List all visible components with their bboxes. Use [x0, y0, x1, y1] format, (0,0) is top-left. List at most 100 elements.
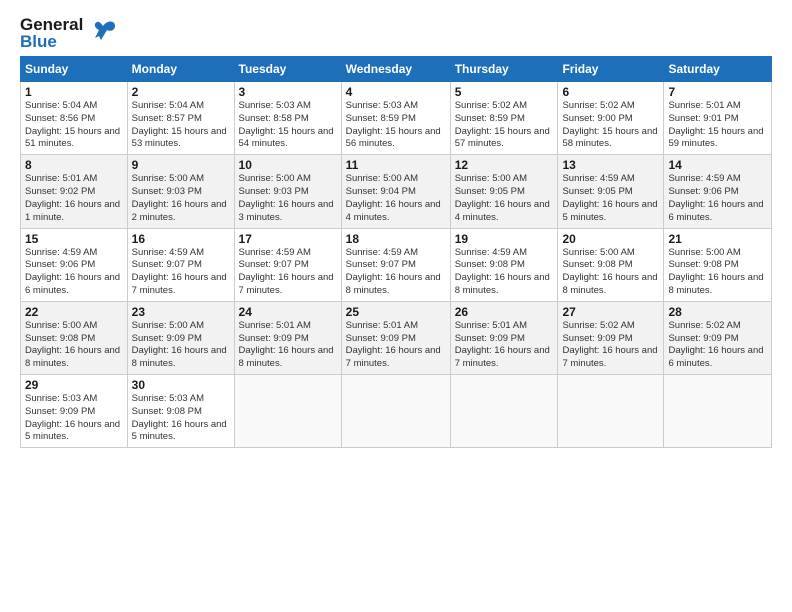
day-info: Sunrise: 4:59 AMSunset: 9:06 PMDaylight:…: [25, 247, 123, 298]
day-number: 11: [346, 158, 446, 172]
day-number: 17: [239, 232, 337, 246]
table-row: 11Sunrise: 5:00 AMSunset: 9:04 PMDayligh…: [341, 155, 450, 228]
day-info: Sunrise: 5:04 AMSunset: 8:57 PMDaylight:…: [132, 100, 230, 151]
day-number: 8: [25, 158, 123, 172]
table-row: 14Sunrise: 4:59 AMSunset: 9:06 PMDayligh…: [664, 155, 772, 228]
day-info: Sunrise: 5:00 AMSunset: 9:05 PMDaylight:…: [455, 173, 554, 224]
table-row: [450, 375, 558, 448]
day-info: Sunrise: 5:01 AMSunset: 9:09 PMDaylight:…: [239, 320, 337, 371]
table-row: 27Sunrise: 5:02 AMSunset: 9:09 PMDayligh…: [558, 301, 664, 374]
table-row: 10Sunrise: 5:00 AMSunset: 9:03 PMDayligh…: [234, 155, 341, 228]
day-number: 15: [25, 232, 123, 246]
table-row: 25Sunrise: 5:01 AMSunset: 9:09 PMDayligh…: [341, 301, 450, 374]
table-row: 18Sunrise: 4:59 AMSunset: 9:07 PMDayligh…: [341, 228, 450, 301]
table-row: 5Sunrise: 5:02 AMSunset: 8:59 PMDaylight…: [450, 82, 558, 155]
day-number: 18: [346, 232, 446, 246]
day-number: 30: [132, 378, 230, 392]
day-info: Sunrise: 5:02 AMSunset: 9:09 PMDaylight:…: [668, 320, 767, 371]
day-number: 9: [132, 158, 230, 172]
day-number: 19: [455, 232, 554, 246]
calendar-header-row: Sunday Monday Tuesday Wednesday Thursday…: [21, 57, 772, 82]
day-number: 5: [455, 85, 554, 99]
day-info: Sunrise: 5:01 AMSunset: 9:02 PMDaylight:…: [25, 173, 123, 224]
day-number: 16: [132, 232, 230, 246]
col-friday: Friday: [558, 57, 664, 82]
day-info: Sunrise: 5:01 AMSunset: 9:09 PMDaylight:…: [455, 320, 554, 371]
day-number: 21: [668, 232, 767, 246]
col-wednesday: Wednesday: [341, 57, 450, 82]
day-number: 29: [25, 378, 123, 392]
day-info: Sunrise: 4:59 AMSunset: 9:07 PMDaylight:…: [132, 247, 230, 298]
header: General Blue: [20, 16, 772, 50]
day-number: 28: [668, 305, 767, 319]
table-row: 20Sunrise: 5:00 AMSunset: 9:08 PMDayligh…: [558, 228, 664, 301]
day-info: Sunrise: 5:02 AMSunset: 8:59 PMDaylight:…: [455, 100, 554, 151]
calendar: Sunday Monday Tuesday Wednesday Thursday…: [20, 56, 772, 448]
logo-general: General: [20, 16, 83, 33]
day-info: Sunrise: 4:59 AMSunset: 9:07 PMDaylight:…: [346, 247, 446, 298]
table-row: 19Sunrise: 4:59 AMSunset: 9:08 PMDayligh…: [450, 228, 558, 301]
day-info: Sunrise: 5:00 AMSunset: 9:03 PMDaylight:…: [239, 173, 337, 224]
logo-bird-icon: [85, 18, 117, 48]
day-info: Sunrise: 4:59 AMSunset: 9:05 PMDaylight:…: [562, 173, 659, 224]
day-number: 24: [239, 305, 337, 319]
day-number: 6: [562, 85, 659, 99]
col-monday: Monday: [127, 57, 234, 82]
day-number: 12: [455, 158, 554, 172]
table-row: 8Sunrise: 5:01 AMSunset: 9:02 PMDaylight…: [21, 155, 128, 228]
table-row: 28Sunrise: 5:02 AMSunset: 9:09 PMDayligh…: [664, 301, 772, 374]
logo: General Blue: [20, 16, 117, 50]
table-row: 24Sunrise: 5:01 AMSunset: 9:09 PMDayligh…: [234, 301, 341, 374]
page: General Blue Sunday Monday Tuesday Wedne…: [0, 0, 792, 612]
day-info: Sunrise: 5:01 AMSunset: 9:01 PMDaylight:…: [668, 100, 767, 151]
day-info: Sunrise: 5:03 AMSunset: 9:08 PMDaylight:…: [132, 393, 230, 444]
table-row: 2Sunrise: 5:04 AMSunset: 8:57 PMDaylight…: [127, 82, 234, 155]
day-info: Sunrise: 5:02 AMSunset: 9:00 PMDaylight:…: [562, 100, 659, 151]
day-number: 13: [562, 158, 659, 172]
day-number: 25: [346, 305, 446, 319]
day-info: Sunrise: 5:00 AMSunset: 9:08 PMDaylight:…: [562, 247, 659, 298]
logo-blue: Blue: [20, 33, 83, 50]
day-info: Sunrise: 5:02 AMSunset: 9:09 PMDaylight:…: [562, 320, 659, 371]
day-number: 22: [25, 305, 123, 319]
table-row: 21Sunrise: 5:00 AMSunset: 9:08 PMDayligh…: [664, 228, 772, 301]
day-number: 7: [668, 85, 767, 99]
table-row: 16Sunrise: 4:59 AMSunset: 9:07 PMDayligh…: [127, 228, 234, 301]
table-row: 22Sunrise: 5:00 AMSunset: 9:08 PMDayligh…: [21, 301, 128, 374]
table-row: 9Sunrise: 5:00 AMSunset: 9:03 PMDaylight…: [127, 155, 234, 228]
table-row: 4Sunrise: 5:03 AMSunset: 8:59 PMDaylight…: [341, 82, 450, 155]
table-row: 17Sunrise: 4:59 AMSunset: 9:07 PMDayligh…: [234, 228, 341, 301]
day-number: 10: [239, 158, 337, 172]
col-sunday: Sunday: [21, 57, 128, 82]
table-row: 6Sunrise: 5:02 AMSunset: 9:00 PMDaylight…: [558, 82, 664, 155]
table-row: 7Sunrise: 5:01 AMSunset: 9:01 PMDaylight…: [664, 82, 772, 155]
day-info: Sunrise: 5:00 AMSunset: 9:08 PMDaylight:…: [668, 247, 767, 298]
table-row: 23Sunrise: 5:00 AMSunset: 9:09 PMDayligh…: [127, 301, 234, 374]
table-row: 12Sunrise: 5:00 AMSunset: 9:05 PMDayligh…: [450, 155, 558, 228]
day-number: 4: [346, 85, 446, 99]
table-row: 30Sunrise: 5:03 AMSunset: 9:08 PMDayligh…: [127, 375, 234, 448]
day-number: 26: [455, 305, 554, 319]
table-row: 29Sunrise: 5:03 AMSunset: 9:09 PMDayligh…: [21, 375, 128, 448]
day-info: Sunrise: 4:59 AMSunset: 9:08 PMDaylight:…: [455, 247, 554, 298]
day-info: Sunrise: 5:04 AMSunset: 8:56 PMDaylight:…: [25, 100, 123, 151]
day-info: Sunrise: 5:00 AMSunset: 9:09 PMDaylight:…: [132, 320, 230, 371]
table-row: 26Sunrise: 5:01 AMSunset: 9:09 PMDayligh…: [450, 301, 558, 374]
day-number: 14: [668, 158, 767, 172]
day-info: Sunrise: 5:00 AMSunset: 9:03 PMDaylight:…: [132, 173, 230, 224]
col-thursday: Thursday: [450, 57, 558, 82]
day-info: Sunrise: 5:00 AMSunset: 9:08 PMDaylight:…: [25, 320, 123, 371]
col-tuesday: Tuesday: [234, 57, 341, 82]
day-number: 27: [562, 305, 659, 319]
day-number: 23: [132, 305, 230, 319]
table-row: [341, 375, 450, 448]
day-number: 20: [562, 232, 659, 246]
table-row: [664, 375, 772, 448]
day-number: 2: [132, 85, 230, 99]
day-info: Sunrise: 5:03 AMSunset: 8:58 PMDaylight:…: [239, 100, 337, 151]
day-info: Sunrise: 5:01 AMSunset: 9:09 PMDaylight:…: [346, 320, 446, 371]
day-number: 3: [239, 85, 337, 99]
day-info: Sunrise: 5:03 AMSunset: 8:59 PMDaylight:…: [346, 100, 446, 151]
day-info: Sunrise: 4:59 AMSunset: 9:06 PMDaylight:…: [668, 173, 767, 224]
table-row: 3Sunrise: 5:03 AMSunset: 8:58 PMDaylight…: [234, 82, 341, 155]
